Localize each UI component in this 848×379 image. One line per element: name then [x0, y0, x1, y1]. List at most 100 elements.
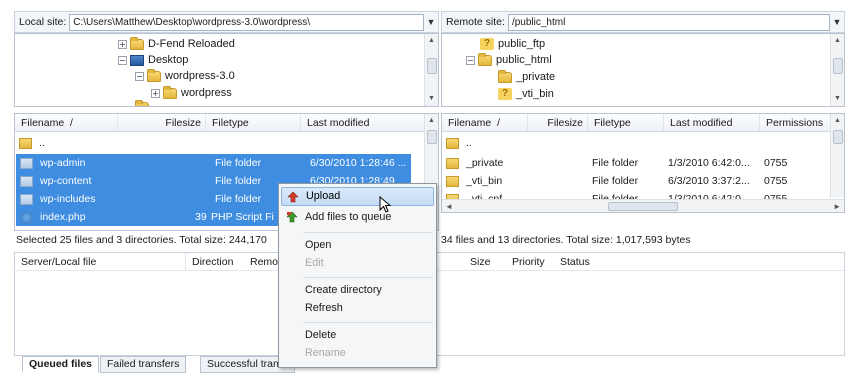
column-filetype[interactable]: Filetype [588, 114, 664, 131]
scroll-up-icon[interactable]: ▲ [425, 34, 438, 48]
column-filetype[interactable]: Filetype [206, 114, 301, 131]
table-row[interactable]: wp-admin File folder 6/30/2010 1:28:46 .… [16, 154, 411, 172]
file-name: .. [466, 137, 472, 149]
file-permissions: 0755 [764, 175, 788, 187]
local-tree: + D-Fend Reloaded − Desktop − wordpress-… [14, 33, 439, 107]
collapse-icon[interactable]: − [118, 55, 127, 65]
tree-label: public_ftp [498, 38, 546, 50]
scroll-thumb[interactable] [608, 201, 678, 211]
file-name: wp-includes [40, 193, 96, 205]
menu-item-edit: Edit [305, 257, 324, 269]
tree-item-wordpress[interactable]: + wordpress [151, 85, 232, 101]
tree-item-wordpress-3[interactable]: − wordpress-3.0 [135, 68, 235, 84]
menu-separator [303, 277, 433, 278]
file-name: _vti_bin [466, 175, 503, 187]
scroll-up-icon[interactable]: ▲ [831, 34, 844, 48]
file-permissions: 0755 [764, 157, 788, 169]
column-direction[interactable]: Direction [186, 253, 244, 270]
scroll-down-icon[interactable]: ▼ [425, 92, 438, 106]
tree-item-public-html[interactable]: − public_html [466, 52, 552, 68]
list-item[interactable]: .. [442, 134, 642, 152]
folder-icon [20, 175, 33, 187]
local-site-path[interactable]: C:\Users\Matthew\Desktop\wordpress-3.0\w… [69, 13, 424, 31]
table-row[interactable]: _private File folder 1/3/2010 6:42:0... … [442, 154, 832, 172]
unknown-folder-icon: ? [480, 38, 494, 50]
remote-file-list: Filename / Filesize Filetype Last modifi… [441, 113, 845, 213]
scroll-thumb[interactable] [427, 130, 437, 144]
remote-tree-scrollbar[interactable]: ▲ ▼ [830, 34, 844, 106]
folder-icon [135, 100, 149, 106]
queue-header-right: Size Priority Status [470, 253, 610, 271]
menu-item-add-to-queue[interactable]: Add files to queue [281, 208, 434, 227]
scroll-thumb[interactable] [427, 58, 437, 74]
tree-label: wordpress-3.0 [165, 70, 235, 82]
column-size[interactable]: Size [470, 256, 512, 268]
collapse-icon[interactable]: − [135, 71, 144, 81]
folder-icon [130, 36, 144, 50]
column-permissions[interactable]: Permissions [760, 114, 832, 131]
tree-label: _vti_bin [516, 88, 554, 100]
scroll-down-icon[interactable]: ▼ [831, 92, 844, 106]
list-item[interactable]: .. [15, 134, 275, 152]
menu-separator [303, 322, 433, 323]
column-filesize[interactable]: Filesize [528, 114, 588, 131]
column-last-modified[interactable]: Last modified [301, 114, 426, 131]
tree-item-public-ftp[interactable]: ? public_ftp [480, 36, 545, 52]
scroll-right-icon[interactable]: ► [833, 202, 841, 211]
file-name: wp-admin [40, 157, 86, 169]
expand-icon[interactable]: + [151, 88, 160, 98]
scroll-up-icon[interactable]: ▲ [425, 114, 438, 128]
folder-icon [446, 137, 459, 149]
local-list-header: Filename / Filesize Filetype Last modifi… [15, 114, 426, 132]
column-priority[interactable]: Priority [512, 256, 560, 268]
scroll-up-icon[interactable]: ▲ [831, 114, 844, 128]
menu-item-open[interactable]: Open [281, 236, 434, 255]
menu-item-refresh[interactable]: Refresh [281, 299, 434, 318]
column-server-local-file[interactable]: Server/Local file [15, 253, 186, 270]
scroll-thumb[interactable] [833, 130, 843, 144]
menu-item-label: Upload [306, 190, 341, 202]
scroll-left-icon[interactable]: ◄ [445, 202, 453, 211]
menu-item-delete[interactable]: Delete [281, 326, 434, 345]
file-type: File folder [592, 157, 639, 169]
file-name: .. [39, 137, 45, 149]
remote-list-hscrollbar[interactable]: ◄ ► [442, 199, 844, 212]
tree-item-desktop[interactable]: − Desktop [118, 52, 188, 68]
chevron-down-icon[interactable]: ▼ [424, 17, 438, 27]
file-name: _private [466, 157, 504, 169]
context-menu: Upload Add files to queue Open Edit Crea… [278, 183, 437, 368]
remote-site-bar: Remote site: /public_html ▼ [441, 11, 845, 33]
tree-item-dfend[interactable]: + D-Fend Reloaded [118, 36, 235, 52]
column-last-modified[interactable]: Last modified [664, 114, 760, 131]
column-remote-file[interactable]: Remo [244, 253, 278, 270]
tree-item-vti-bin[interactable]: ? _vti_bin [498, 86, 554, 102]
remote-list-scrollbar[interactable]: ▲ [830, 114, 844, 198]
file-name: wp-content [40, 175, 92, 187]
upload-arrow-icon [287, 191, 299, 203]
menu-item-rename: Rename [305, 347, 346, 359]
menu-item-upload[interactable]: Upload [281, 187, 434, 206]
tab-failed-transfers[interactable]: Failed transfers [100, 356, 187, 373]
folder-icon [20, 157, 33, 169]
column-filename[interactable]: Filename / [15, 114, 118, 131]
collapse-icon[interactable]: − [466, 55, 475, 65]
tree-item-partial [135, 100, 153, 106]
folder-icon [446, 175, 459, 187]
column-status[interactable]: Status [560, 256, 610, 268]
local-tree-scrollbar[interactable]: ▲ ▼ [424, 34, 438, 106]
tab-queued-files[interactable]: Queued files [22, 356, 100, 373]
folder-icon [446, 157, 459, 169]
chevron-down-icon[interactable]: ▼ [830, 17, 844, 27]
menu-item-create-directory[interactable]: Create directory [281, 281, 434, 300]
file-size: 397 [195, 211, 207, 223]
column-filename[interactable]: Filename / [442, 114, 528, 131]
column-filesize[interactable]: Filesize [118, 114, 206, 131]
table-row[interactable]: _vti_bin File folder 6/3/2010 3:37:2... … [442, 172, 832, 190]
remote-list-header: Filename / Filesize Filetype Last modifi… [442, 114, 832, 132]
expand-icon[interactable]: + [118, 39, 127, 49]
tree-item-private[interactable]: _private [498, 69, 555, 85]
folder-icon [163, 85, 177, 99]
add-to-queue-icon [286, 211, 298, 223]
remote-site-path[interactable]: /public_html [507, 13, 830, 31]
scroll-thumb[interactable] [833, 58, 843, 74]
